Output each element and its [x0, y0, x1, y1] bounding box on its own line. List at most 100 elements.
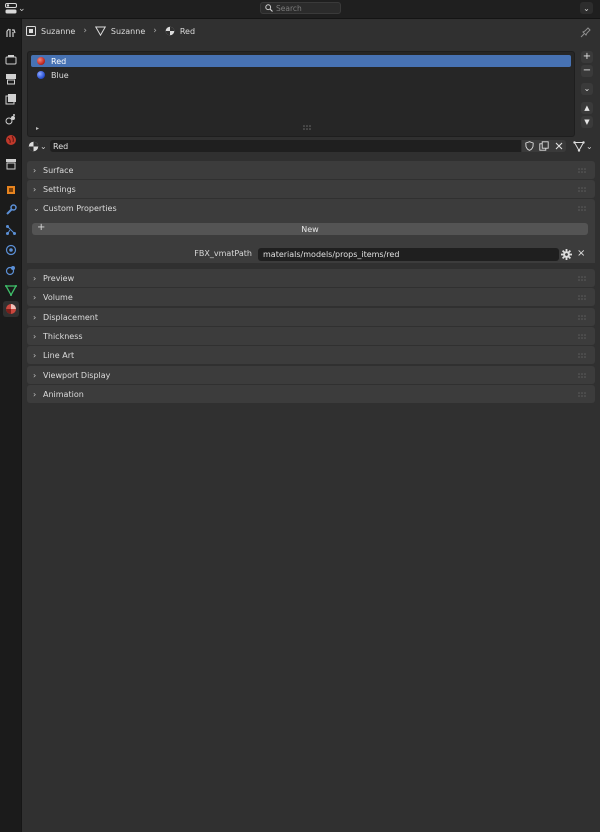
fake-user-shield-icon[interactable] [525, 141, 534, 151]
chevron-right-icon: › [33, 184, 37, 194]
render-icon [5, 55, 17, 65]
node-tree-icon [573, 140, 585, 152]
unlink-close-icon[interactable] [555, 142, 563, 150]
list-filter-toggle[interactable]: ▸ [36, 125, 39, 132]
material-datablock-buttons [522, 140, 566, 152]
remove-slot-button[interactable]: − [581, 65, 593, 77]
material-slot-label: Red [51, 56, 67, 66]
panel-title: Volume [43, 292, 73, 302]
tab-world[interactable] [3, 132, 19, 148]
panel-title: Preview [43, 273, 75, 283]
mesh-data-icon [5, 285, 17, 296]
tab-object[interactable] [3, 182, 19, 198]
tab-data[interactable] [3, 282, 19, 298]
chevron-right-icon: › [33, 273, 37, 283]
breadcrumb-object: Suzanne [26, 26, 75, 36]
mesh-data-icon [94, 26, 106, 36]
property-value-field[interactable]: materials/models/props_items/red [258, 248, 559, 261]
panel-surface[interactable]: › Surface [27, 161, 595, 179]
node-tree-menu-button[interactable]: ⌄ [573, 139, 595, 153]
tab-output[interactable] [3, 71, 19, 87]
tab-material[interactable] [3, 301, 19, 317]
panel-line-art[interactable]: › Line Art [27, 346, 595, 364]
chevron-down-icon: ⌄ [583, 84, 591, 93]
panel-drag-grip[interactable] [578, 206, 587, 211]
tab-view-layer[interactable] [3, 91, 19, 107]
chevron-down-icon: ⌄ [18, 3, 26, 14]
object-icon [7, 186, 15, 194]
breadcrumb-material-label: Red [179, 26, 196, 36]
material-slot-item[interactable]: Red [31, 55, 571, 67]
browse-material-button[interactable]: ⌄ [28, 140, 48, 152]
pin-icon[interactable] [580, 25, 593, 38]
panel-preview[interactable]: › Preview [27, 269, 595, 287]
panel-drag-grip[interactable] [578, 373, 587, 378]
tab-constraints[interactable] [3, 262, 19, 278]
triangle-up-icon: ▲ [584, 104, 590, 112]
tab-physics[interactable] [3, 242, 19, 258]
add-slot-button[interactable]: + [581, 51, 593, 63]
material-name-field[interactable]: Red [50, 140, 521, 152]
object-icon [26, 26, 36, 36]
material-slot-list[interactable]: Red Blue [27, 51, 575, 137]
move-slot-up-button[interactable]: ▲ [581, 102, 593, 114]
editor-type-selector[interactable]: ⌄ [5, 2, 27, 15]
panel-animation[interactable]: › Animation [27, 385, 595, 403]
material-slot-item[interactable]: Blue [31, 69, 571, 81]
panel-title: Displacement [43, 312, 98, 322]
panel-drag-grip[interactable] [578, 276, 587, 281]
breadcrumb-object-label: Suzanne [41, 26, 76, 36]
wrench-icon [6, 204, 17, 215]
duplicate-icon[interactable] [539, 141, 550, 151]
panel-drag-grip[interactable] [578, 315, 587, 320]
output-icon [6, 74, 16, 85]
plus-icon: + [582, 51, 592, 62]
chevron-right-icon: › [33, 350, 37, 360]
chevron-right-icon: › [33, 312, 37, 322]
material-slot-label: Blue [51, 70, 69, 80]
list-resize-grip[interactable] [303, 125, 313, 130]
gear-icon[interactable] [561, 249, 572, 260]
panel-custom-properties[interactable]: ⌄ Custom Properties [27, 199, 595, 217]
material-icon [165, 26, 175, 36]
panel-viewport-display[interactable]: › Viewport Display [27, 366, 595, 384]
remove-property-close-icon[interactable]: × [577, 249, 587, 259]
world-icon [6, 135, 16, 145]
chevron-down-icon: ⌄ [40, 141, 47, 151]
panel-drag-grip[interactable] [578, 295, 587, 300]
plus-icon: + [37, 222, 46, 233]
minus-icon: − [582, 65, 592, 76]
move-slot-down-button[interactable]: ▼ [581, 116, 593, 128]
chevron-down-icon: ⌄ [583, 3, 590, 13]
slot-specials-button[interactable]: ⌄ [581, 83, 593, 95]
tab-tool[interactable] [3, 25, 19, 41]
new-property-button[interactable]: + New [32, 222, 588, 235]
panel-drag-grip[interactable] [578, 187, 587, 192]
panel-thickness[interactable]: › Thickness [27, 327, 595, 345]
panel-drag-grip[interactable] [578, 392, 587, 397]
options-menu-button[interactable]: ⌄ [580, 2, 593, 14]
panel-drag-grip[interactable] [578, 353, 587, 358]
chevron-right-icon: › [83, 26, 87, 36]
panel-volume[interactable]: › Volume [27, 288, 595, 306]
search-input[interactable] [276, 3, 336, 13]
panel-settings[interactable]: › Settings [27, 180, 595, 198]
tab-modifiers[interactable] [3, 202, 19, 218]
tab-render[interactable] [3, 52, 19, 68]
search-icon [265, 4, 273, 12]
panel-displacement[interactable]: › Displacement [27, 308, 595, 326]
tab-scene[interactable] [3, 111, 19, 127]
chevron-down-icon: ⌄ [33, 203, 40, 213]
view-layer-icon [5, 94, 16, 105]
panel-drag-grip[interactable] [578, 334, 587, 339]
constraints-icon [5, 266, 15, 276]
search-field[interactable] [260, 2, 341, 14]
tab-particles[interactable] [3, 222, 19, 238]
panel-title: Custom Properties [43, 203, 117, 213]
panel-title: Settings [43, 184, 76, 194]
panel-drag-grip[interactable] [578, 168, 587, 173]
chevron-right-icon: › [33, 292, 37, 302]
collection-icon [6, 159, 16, 170]
tab-collection[interactable] [3, 156, 19, 172]
chevron-right-icon: › [153, 26, 157, 36]
